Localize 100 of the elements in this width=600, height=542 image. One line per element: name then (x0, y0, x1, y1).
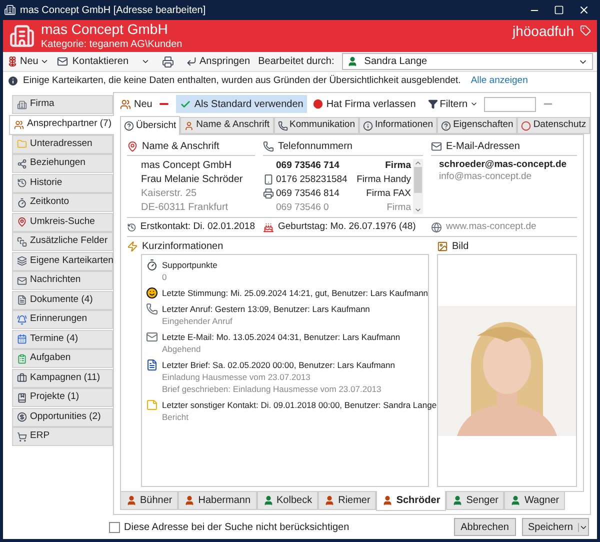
sidebar-item[interactable]: Aufgaben (12, 349, 113, 368)
email-address: info@mas-concept.de (439, 171, 533, 183)
folder-icon (17, 139, 27, 149)
sidebar-item[interactable]: Erinnerungen (12, 310, 113, 329)
cancel-button[interactable]: Abbrechen (454, 518, 516, 536)
new-button[interactable]: Neu (7, 54, 50, 69)
phone-type: Firma (385, 159, 411, 172)
caret-icon (470, 100, 478, 108)
filter-button[interactable]: Filtern (428, 96, 478, 112)
sidebar-item[interactable]: Nachrichten (12, 271, 113, 290)
close-icon[interactable] (578, 4, 590, 16)
globe-icon (431, 222, 442, 233)
sidebar-item[interactable]: Beziehungen (12, 154, 113, 173)
tag-icon[interactable] (580, 25, 591, 36)
phone-icon (278, 120, 288, 130)
left-company-button[interactable]: Hat Firma verlassen (313, 96, 416, 112)
maximize-icon[interactable] (554, 5, 564, 15)
person-icon (126, 495, 137, 506)
info-icon (7, 75, 19, 87)
jump-button[interactable]: Anspringen (186, 54, 250, 69)
image-icon (437, 241, 448, 252)
sidebar-item[interactable]: Unteradressen (12, 134, 113, 154)
info-message: Einige Karteikarten, die keine Daten enthalten, wurden aus Gründen der Übersichtlichkeit ausgeblendet. (23, 74, 461, 88)
record-icon (521, 120, 532, 130)
address-name: Frau Melanie Schröder (141, 173, 244, 186)
contact-tab[interactable]: Wagner (504, 492, 566, 510)
envelope-icon (431, 141, 442, 152)
contact-tab[interactable]: Senger (446, 492, 504, 510)
caret-icon (140, 57, 150, 66)
company-name: mas Concept GmbH (41, 21, 169, 38)
new-contact-button[interactable]: Neu (120, 96, 152, 112)
pin-icon (17, 217, 27, 227)
person-icon (510, 495, 522, 506)
stopwatch-icon (17, 198, 27, 208)
phone-type: Firma FAX (366, 187, 411, 200)
person-icon (452, 495, 464, 506)
show-all-link[interactable]: Alle anzeigen (470, 74, 528, 88)
sidebar-item[interactable]: Kampagnen (11) (12, 368, 113, 388)
calendar-icon (17, 334, 27, 344)
sidebar-item[interactable]: Opportunities (2) (12, 408, 113, 426)
picture-heading: Bild (452, 240, 469, 254)
tab[interactable]: Datenschutz (517, 117, 590, 134)
tab[interactable]: Informationen (359, 117, 438, 134)
sidebar-item[interactable]: Zeitkonto (12, 193, 113, 212)
pin-icon (127, 141, 138, 152)
print-icon[interactable] (162, 56, 174, 68)
sidebar-item[interactable]: Historie (12, 174, 113, 192)
sidebar-item[interactable]: Ansprechpartner (7) (9, 114, 114, 134)
fax-icon (263, 188, 274, 199)
emails-heading: E-Mail-Adressen (446, 140, 520, 154)
sidebar-item[interactable]: Firma (12, 95, 113, 114)
building-icon (17, 100, 27, 110)
app-icon (4, 4, 16, 16)
document-icon (146, 359, 158, 372)
edited-by-label: Bearbeitet durch: (258, 55, 334, 69)
contact-tab[interactable]: Riemer (318, 492, 376, 510)
tab[interactable]: Kommunikation (274, 117, 359, 134)
info-detail: Eingehender Anruf (162, 315, 234, 328)
tab[interactable]: Übersicht (120, 116, 180, 135)
record-icon (313, 99, 324, 109)
filter-field[interactable] (484, 96, 536, 112)
info-title: Letzter sonstiger Kontakt: Di. 09.01.2018 00:00, Benutzer: Sandra Lange (162, 399, 437, 412)
company-code: jhöoadfuh (512, 22, 574, 41)
info-icon (363, 120, 373, 130)
exclude-checkbox[interactable] (109, 522, 120, 532)
address-city: DE-60311 Frankfurt (141, 201, 230, 214)
tab[interactable]: Eigenschaften (437, 117, 518, 134)
check-icon (180, 98, 192, 110)
set-default-button[interactable]: Als Standard verwenden (176, 95, 308, 113)
info-detail: Abgehend (162, 343, 202, 356)
edited-by-dropdown[interactable]: Sandra Lange (342, 53, 593, 70)
contact-button[interactable]: Kontaktieren (57, 54, 150, 69)
contact-tab[interactable]: Schröder (376, 491, 446, 511)
person-icon (184, 495, 196, 506)
lightning-icon (127, 241, 138, 252)
history-icon (17, 178, 27, 188)
address-heading: Name & Anschrift (142, 140, 220, 154)
contact-tab[interactable]: Kolbeck (256, 492, 318, 510)
sidebar-item[interactable]: Dokumente (4) (12, 290, 113, 310)
sidebar-item[interactable]: Termine (4) (12, 330, 113, 348)
briefcase-icon (17, 373, 27, 383)
phone-type: Firma (386, 201, 411, 214)
save-button[interactable]: Speichern (522, 518, 589, 536)
contact-tab[interactable]: Habermann (178, 492, 257, 510)
sidebar-item[interactable]: Zusätzliche Felder (12, 232, 113, 251)
sidebar-item[interactable]: Eigene Karteikarten (12, 252, 113, 270)
envelope-icon (17, 276, 27, 286)
tab[interactable]: Name & Anschrift (180, 117, 274, 134)
history-icon (127, 222, 136, 233)
mobile-phone-icon (263, 174, 274, 185)
sidebar-item[interactable]: Umkreis-Suche (12, 212, 113, 232)
contact-tab[interactable]: Bühner (120, 492, 178, 510)
cart-icon (17, 432, 27, 442)
stack-icon (17, 236, 27, 246)
phone-number: 0176 258231584 (276, 173, 348, 186)
sidebar-item[interactable]: Projekte (1) (12, 388, 113, 407)
note-icon (146, 399, 158, 412)
coin-icon (17, 412, 27, 422)
scrollbar[interactable] (413, 159, 423, 214)
sidebar-item[interactable]: ERP (12, 427, 113, 446)
